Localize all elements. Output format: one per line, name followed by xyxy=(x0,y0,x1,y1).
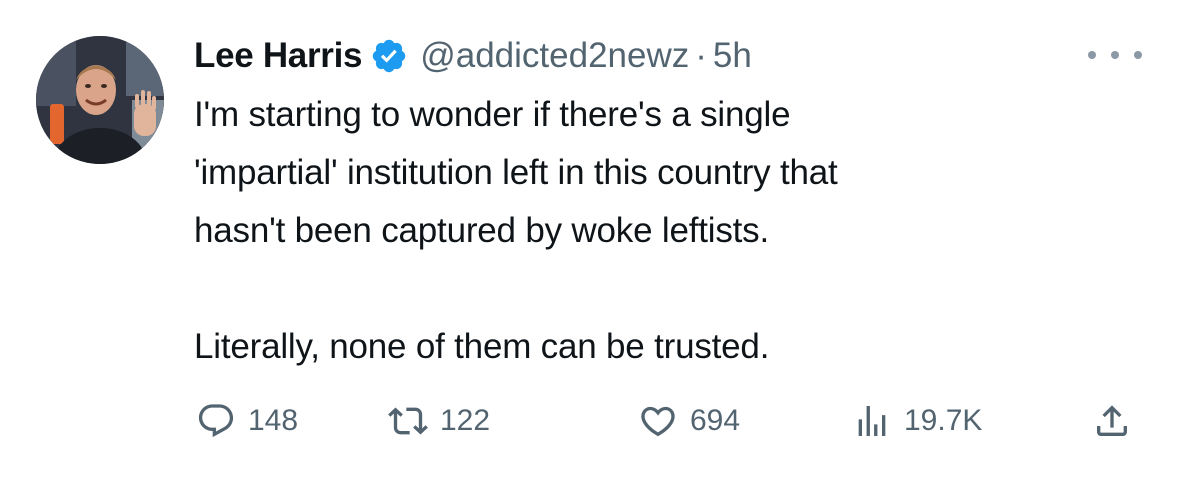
reply-icon xyxy=(194,399,238,443)
separator-dot: · xyxy=(695,36,707,75)
retweet-icon xyxy=(386,399,430,443)
share-button[interactable] xyxy=(1090,396,1134,446)
more-dots-icon[interactable] xyxy=(1088,40,1142,70)
tweet-timestamp[interactable]: 5h xyxy=(713,36,752,76)
avatar-photo xyxy=(36,36,164,164)
tweet-actions: 148 122 694 19.7K xyxy=(0,396,1179,446)
verified-badge-icon xyxy=(370,37,408,75)
tweet-line: hasn't been captured by woke leftists. xyxy=(194,211,769,250)
like-button[interactable]: 694 xyxy=(636,396,740,446)
heart-icon xyxy=(636,399,680,443)
tweet-header: Lee Harris @addicted2newz · 5h xyxy=(194,30,752,82)
reply-count: 148 xyxy=(248,404,299,437)
author-handle[interactable]: @addicted2newz xyxy=(420,36,689,76)
retweet-count: 122 xyxy=(440,404,491,437)
avatar[interactable] xyxy=(36,36,164,164)
author-name[interactable]: Lee Harris xyxy=(194,36,363,76)
share-icon xyxy=(1090,399,1134,443)
tweet-text: I'm starting to wonder if there's a sing… xyxy=(194,86,1114,376)
views-chart-icon xyxy=(850,399,894,443)
views-button[interactable]: 19.7K xyxy=(850,396,982,446)
tweet: Lee Harris @addicted2newz · 5h I'm start… xyxy=(0,0,1179,485)
tweet-line: Literally, none of them can be trusted. xyxy=(194,327,770,366)
tweet-line: 'impartial' institution left in this cou… xyxy=(194,153,838,192)
views-count: 19.7K xyxy=(904,404,983,437)
retweet-button[interactable]: 122 xyxy=(386,396,490,446)
reply-button[interactable]: 148 xyxy=(194,396,298,446)
like-count: 694 xyxy=(690,404,741,437)
tweet-line: I'm starting to wonder if there's a sing… xyxy=(194,95,791,134)
